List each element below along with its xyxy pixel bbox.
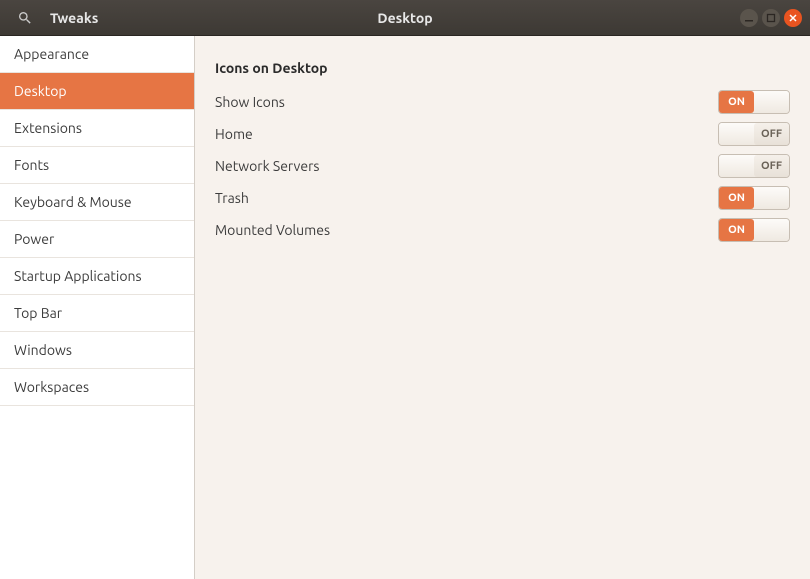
main-body: Appearance Desktop Extensions Fonts Keyboard…	[0, 36, 810, 579]
setting-label: Mounted Volumes	[215, 222, 330, 238]
setting-row-trash: Trash ON	[215, 182, 790, 214]
toggle-trash[interactable]: ON	[718, 186, 790, 210]
toggle-on-half: ON	[719, 187, 754, 209]
sidebar-item-startup-applications[interactable]: Startup Applications	[0, 258, 194, 295]
close-icon	[788, 13, 798, 23]
maximize-button[interactable]	[762, 9, 780, 27]
sidebar-item-label: Top Bar	[14, 305, 62, 321]
search-icon	[17, 10, 33, 26]
toggle-off-half	[754, 187, 789, 209]
sidebar-item-label: Extensions	[14, 120, 82, 136]
titlebar-left: Tweaks	[0, 7, 98, 29]
sidebar-item-label: Appearance	[14, 46, 89, 62]
toggle-show-icons[interactable]: ON	[718, 90, 790, 114]
sidebar-item-appearance[interactable]: Appearance	[0, 36, 194, 73]
setting-label: Network Servers	[215, 158, 319, 174]
sidebar-item-label: Startup Applications	[14, 268, 142, 284]
setting-row-mounted-volumes: Mounted Volumes ON	[215, 214, 790, 246]
sidebar: Appearance Desktop Extensions Fonts Keyboard…	[0, 36, 195, 579]
sidebar-item-label: Keyboard & Mouse	[14, 194, 132, 210]
toggle-mounted-volumes[interactable]: ON	[718, 218, 790, 242]
search-button[interactable]	[14, 7, 36, 29]
setting-label: Trash	[215, 190, 249, 206]
sidebar-item-desktop[interactable]: Desktop	[0, 73, 194, 110]
sidebar-item-windows[interactable]: Windows	[0, 332, 194, 369]
toggle-on-half: ON	[719, 219, 754, 241]
maximize-icon	[766, 13, 776, 23]
sidebar-item-label: Power	[14, 231, 54, 247]
toggle-off-half	[754, 219, 789, 241]
content-pane: Icons on Desktop Show IconsONHomeOFFNetw…	[195, 36, 810, 579]
minimize-icon	[744, 13, 754, 23]
window-controls	[740, 9, 810, 27]
sidebar-item-fonts[interactable]: Fonts	[0, 147, 194, 184]
sidebar-item-power[interactable]: Power	[0, 221, 194, 258]
toggle-off-half: OFF	[754, 155, 789, 177]
page-title: Desktop	[377, 10, 432, 26]
minimize-button[interactable]	[740, 9, 758, 27]
setting-label: Home	[215, 126, 253, 142]
toggle-on-half	[719, 155, 754, 177]
sidebar-item-extensions[interactable]: Extensions	[0, 110, 194, 147]
toggle-home[interactable]: OFF	[718, 122, 790, 146]
titlebar: Tweaks Desktop	[0, 0, 810, 36]
sidebar-item-workspaces[interactable]: Workspaces	[0, 369, 194, 406]
toggle-network-servers[interactable]: OFF	[718, 154, 790, 178]
sidebar-item-label: Desktop	[14, 83, 67, 99]
sidebar-item-keyboard-mouse[interactable]: Keyboard & Mouse	[0, 184, 194, 221]
app-title: Tweaks	[50, 10, 98, 26]
sidebar-item-label: Fonts	[14, 157, 49, 173]
settings-rows: Show Icons ON Home OFF Network Servers OFF Tra…	[215, 86, 790, 246]
toggle-on-half: ON	[719, 91, 754, 113]
sidebar-item-label: Windows	[14, 342, 72, 358]
setting-row-home: Home OFF	[215, 118, 790, 150]
toggle-on-half	[719, 123, 754, 145]
close-button[interactable]	[784, 9, 802, 27]
setting-row-network-servers: Network Servers OFF	[215, 150, 790, 182]
setting-label: Show Icons	[215, 94, 285, 110]
section-title: Icons on Desktop	[215, 60, 790, 76]
toggle-off-half: OFF	[754, 123, 789, 145]
sidebar-item-label: Workspaces	[14, 379, 89, 395]
toggle-off-half	[754, 91, 789, 113]
sidebar-item-top-bar[interactable]: Top Bar	[0, 295, 194, 332]
setting-row-show-icons: Show Icons ON	[215, 86, 790, 118]
